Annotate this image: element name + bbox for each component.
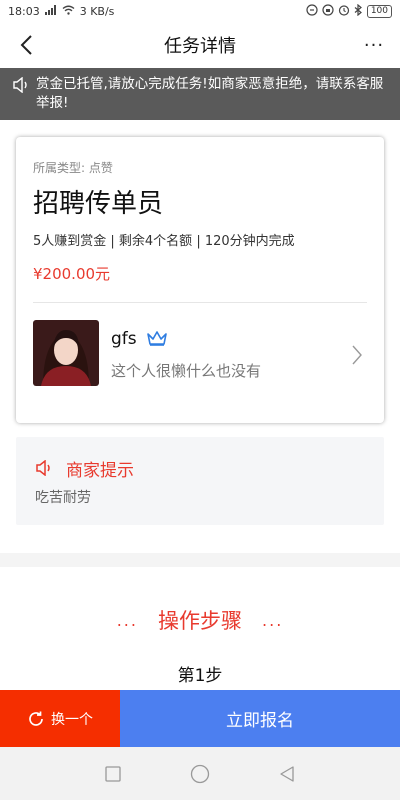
vibrate-icon [306, 3, 318, 19]
recent-apps-button[interactable] [98, 759, 128, 789]
task-meta: 5人赚到赏金 | 剩余4个名额 | 120分钟内完成 [33, 234, 295, 249]
circle-icon [190, 764, 210, 783]
status-time: 18:03 [8, 4, 40, 18]
merchant-avatar [33, 320, 99, 386]
square-icon [105, 765, 121, 782]
switch-task-label: 换一个 [51, 710, 93, 727]
apply-button[interactable]: 立即报名 [120, 690, 400, 747]
steps-dots-left: ... [116, 611, 138, 630]
section-divider [0, 553, 400, 567]
task-type-label: 所属类型: 点赞 [33, 161, 113, 175]
merchant-tip-body: 吃苦耐劳 [35, 490, 91, 506]
lock-rotation-icon [322, 3, 334, 19]
home-button[interactable] [185, 759, 215, 789]
merchant-tip-box: 商家提示 吃苦耐劳 [16, 437, 384, 525]
merchant-name: gfs [111, 329, 137, 349]
merchant-tip-title: 商家提示 [66, 461, 134, 481]
system-nav-bar [0, 747, 400, 800]
back-button[interactable] [12, 31, 40, 59]
refresh-icon [29, 711, 43, 726]
task-title: 招聘传单员 [33, 189, 164, 219]
notice-text: 赏金已托管,请放心完成任务!如商家恶意拒绝，请联系客服举报! [36, 76, 384, 111]
task-price: ¥200.00元 [33, 265, 111, 283]
crown-icon [146, 329, 168, 351]
status-right: 100 [306, 3, 392, 19]
status-bar: 18:03 3 KB/s 100 [0, 0, 400, 22]
steps-title: 操作步骤 [158, 609, 242, 633]
back-system-button[interactable] [272, 759, 302, 789]
alarm-icon [338, 4, 350, 19]
nav-bar: 任务详情 ··· [0, 22, 400, 68]
speaker-icon [35, 459, 55, 480]
signal-icon [44, 4, 57, 18]
page-title: 任务详情 [164, 36, 236, 57]
more-button[interactable]: ··· [360, 31, 388, 59]
escrow-notice-banner: 赏金已托管,请放心完成任务!如商家恶意拒绝，请联系客服举报! [0, 68, 400, 120]
chevron-right-icon [352, 345, 362, 369]
bluetooth-icon [354, 3, 363, 19]
task-card: 所属类型: 点赞 招聘传单员 5人赚到赏金 | 剩余4个名额 | 120分钟内完… [16, 137, 384, 423]
merchant-bio: 这个人很懒什么也没有 [111, 362, 262, 380]
battery-icon: 100 [366, 4, 392, 18]
step-label: 第1步 [177, 666, 223, 686]
action-bar: 换一个 立即报名 [0, 690, 400, 747]
switch-task-button[interactable]: 换一个 [0, 690, 120, 747]
status-left: 18:03 3 KB/s [8, 4, 115, 18]
merchant-profile-row[interactable]: gfs 这个人很懒什么也没有 [16, 303, 384, 423]
speaker-icon [12, 76, 30, 99]
triangle-back-icon [279, 765, 294, 782]
network-speed: 3 KB/s [79, 4, 115, 18]
steps-dots-right: ... [262, 611, 284, 630]
wifi-icon [62, 5, 75, 18]
steps-heading: ... 操作步骤 ... [0, 605, 400, 635]
chevron-left-icon [20, 35, 32, 55]
